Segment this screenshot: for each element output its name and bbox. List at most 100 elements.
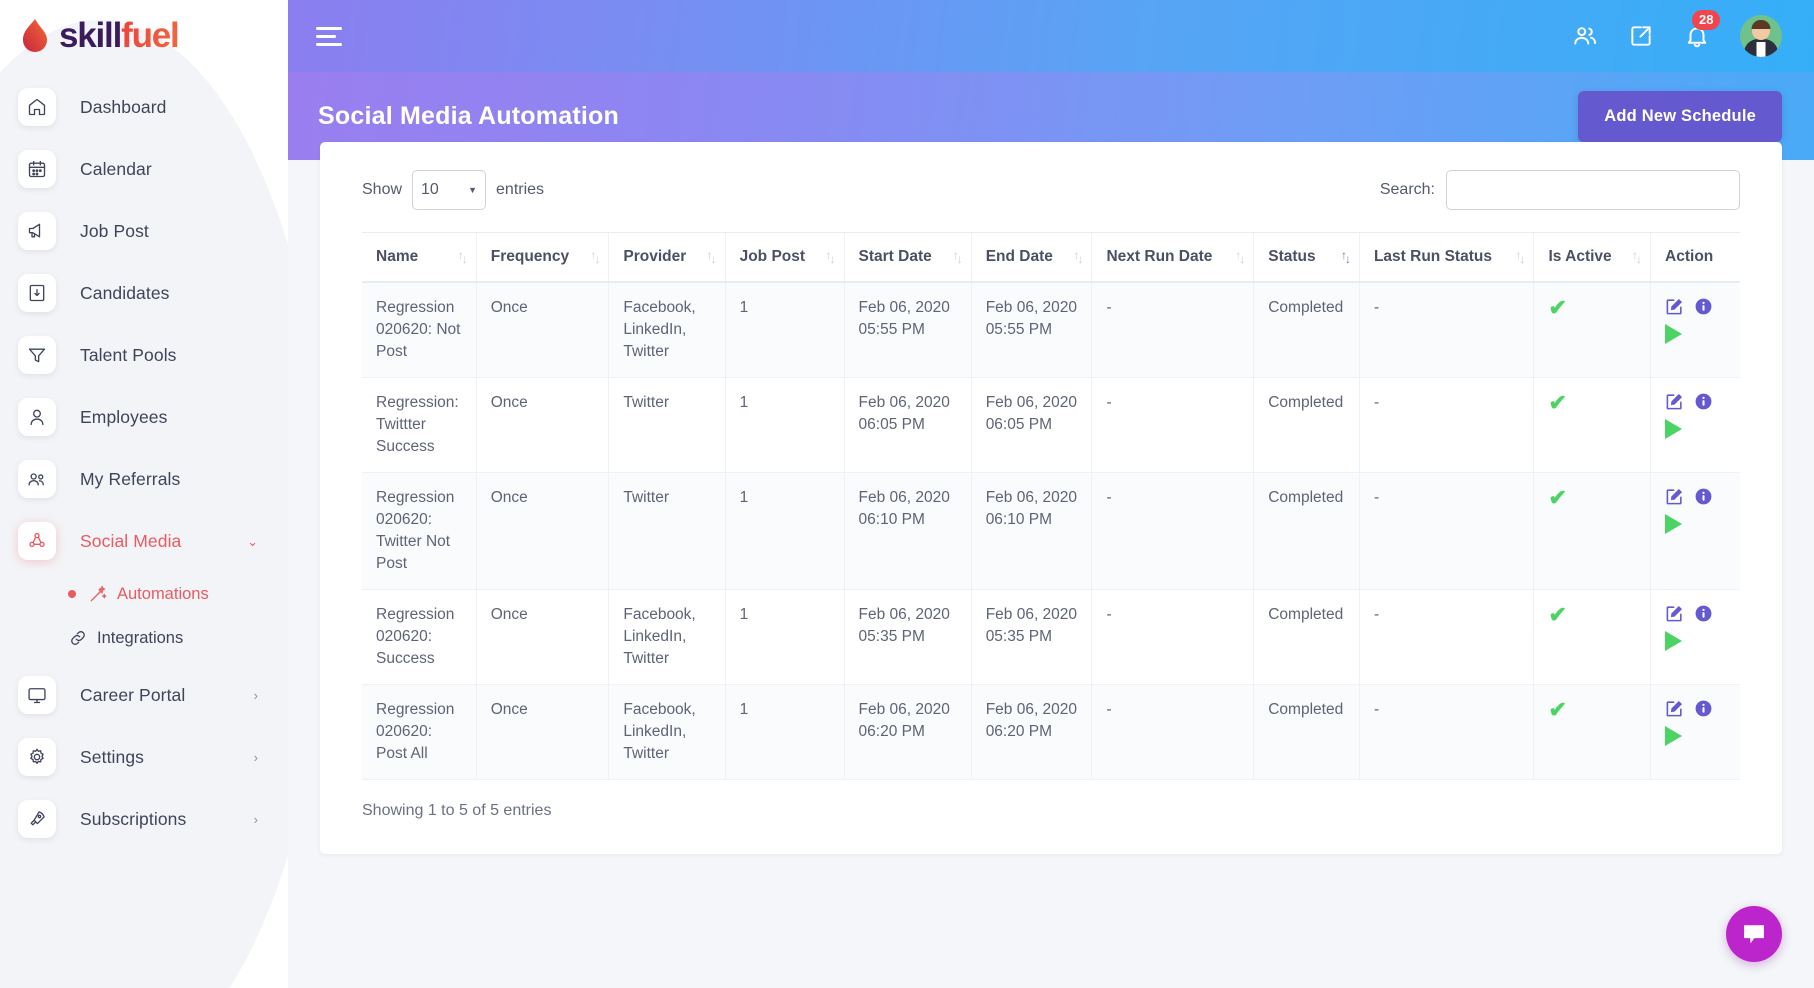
sidebar-item-label: Job Post xyxy=(80,220,149,241)
cell-frequency: Once xyxy=(475,684,609,780)
sidebar-item-social-media[interactable]: Social Media ⌄ xyxy=(0,510,288,572)
cell-start-date: Feb 06, 2020 06:20 PM xyxy=(843,684,972,780)
sort-icon: ↑↓ xyxy=(1515,248,1525,266)
sidebar-item-calendar[interactable]: Calendar xyxy=(0,138,288,200)
cell-name: Regression 020620: Post All xyxy=(362,684,477,780)
column-header-is-active[interactable]: Is Active ↑↓ xyxy=(1533,232,1651,283)
column-label: Is Active xyxy=(1548,248,1612,265)
cell-end-date: Feb 06, 2020 06:10 PM xyxy=(970,472,1092,590)
sidebar-item-career-portal[interactable]: Career Portal › xyxy=(0,664,288,726)
table-header: Name ↑↓ Frequency ↑↓ Provider ↑↓ Job Post ↑↓… xyxy=(362,232,1740,283)
column-label: Provider xyxy=(623,248,687,265)
info-circle-icon[interactable] xyxy=(1694,487,1713,506)
column-label: Name xyxy=(376,248,419,265)
cell-last-run-status: - xyxy=(1358,684,1534,780)
active-dot-icon xyxy=(68,590,76,598)
sidebar-item-label: Talent Pools xyxy=(80,344,177,365)
cell-action xyxy=(1650,377,1740,473)
cell-action xyxy=(1650,282,1740,378)
column-header-next-run-date[interactable]: Next Run Date ↑↓ xyxy=(1091,232,1254,283)
sidebar-item-employees[interactable]: Employees xyxy=(0,386,288,448)
sidebar-item-label: Calendar xyxy=(80,158,152,179)
cell-next-run-date: - xyxy=(1091,472,1254,590)
info-circle-icon[interactable] xyxy=(1694,604,1713,623)
sidebar-item-job-post[interactable]: Job Post xyxy=(0,200,288,262)
run-play-icon[interactable] xyxy=(1665,514,1683,534)
column-header-frequency[interactable]: Frequency ↑↓ xyxy=(475,232,609,283)
monitor-icon xyxy=(18,676,56,714)
search-input[interactable] xyxy=(1446,170,1740,210)
brand-name: skillfuel xyxy=(59,16,180,56)
hamburger-menu-icon[interactable] xyxy=(316,22,342,51)
column-header-provider[interactable]: Provider ↑↓ xyxy=(608,232,726,283)
row-action-group xyxy=(1665,487,1725,534)
brand-logo[interactable]: skillfuel xyxy=(0,0,288,70)
run-play-icon[interactable] xyxy=(1665,726,1683,746)
show-entries-control: Show 10 ▼ entries xyxy=(362,170,544,210)
chevron-right-icon: › xyxy=(253,811,258,827)
column-label: Next Run Date xyxy=(1106,248,1213,265)
sidebar-item-candidates[interactable]: Candidates xyxy=(0,262,288,324)
run-play-icon[interactable] xyxy=(1665,419,1683,439)
brand-name-primary: skill xyxy=(59,16,122,55)
users-group-icon xyxy=(18,460,56,498)
table-row: Regression 020620: Not Post Once Facebook,… xyxy=(362,282,1740,378)
column-header-last-run-status[interactable]: Last Run Status ↑↓ xyxy=(1358,232,1534,283)
submenu-item-integrations[interactable]: Integrations xyxy=(0,616,288,660)
cell-status: Completed xyxy=(1253,282,1360,378)
column-header-start-date[interactable]: Start Date ↑↓ xyxy=(843,232,972,283)
sidebar-item-label: Settings xyxy=(80,746,145,767)
column-label: End Date xyxy=(985,248,1053,265)
app-root: skillfuel Dashboard Calendar Job Post Ca… xyxy=(0,0,1814,988)
column-header-status[interactable]: Status ↑↓ xyxy=(1253,232,1360,283)
sidebar-item-talent-pools[interactable]: Talent Pools xyxy=(0,324,288,386)
cell-provider: Twitter xyxy=(608,377,726,473)
show-label: Show xyxy=(362,181,403,198)
topbar-actions: 28 xyxy=(1572,10,1782,57)
chat-widget-button[interactable] xyxy=(1726,906,1782,962)
edit-square-icon[interactable] xyxy=(1665,297,1684,316)
edit-square-icon[interactable] xyxy=(1665,392,1684,411)
sidebar-item-subscriptions[interactable]: Subscriptions › xyxy=(0,788,288,850)
page-size-select[interactable]: 10 ▼ xyxy=(412,170,487,210)
avatar[interactable] xyxy=(1740,15,1782,57)
cell-next-run-date: - xyxy=(1091,589,1254,685)
external-link-icon[interactable] xyxy=(1628,23,1654,49)
cell-is-active: ✔ xyxy=(1533,472,1651,590)
column-header-job-post[interactable]: Job Post ↑↓ xyxy=(724,232,845,283)
sidebar-item-dashboard[interactable]: Dashboard xyxy=(0,76,288,138)
sidebar-nav: Dashboard Calendar Job Post Candidates T… xyxy=(0,70,288,850)
edit-square-icon[interactable] xyxy=(1665,699,1684,718)
sidebar-item-settings[interactable]: Settings › xyxy=(0,726,288,788)
magic-wand-icon xyxy=(90,585,107,602)
cell-next-run-date: - xyxy=(1091,282,1254,378)
brand-name-secondary: fuel xyxy=(121,16,180,55)
edit-square-icon[interactable] xyxy=(1665,604,1684,623)
column-header-end-date[interactable]: End Date ↑↓ xyxy=(970,232,1092,283)
edit-square-icon[interactable] xyxy=(1665,487,1684,506)
column-header-name[interactable]: Name ↑↓ xyxy=(362,232,477,283)
row-action-group xyxy=(1665,699,1725,746)
candidate-box-icon xyxy=(18,274,56,312)
run-play-icon[interactable] xyxy=(1665,324,1683,344)
bell-icon[interactable]: 28 xyxy=(1684,10,1721,49)
chevron-down-icon: ▼ xyxy=(468,185,478,195)
info-circle-icon[interactable] xyxy=(1694,699,1713,718)
info-circle-icon[interactable] xyxy=(1694,297,1713,316)
avatar-shirt xyxy=(1756,42,1766,57)
add-new-schedule-button[interactable]: Add New Schedule xyxy=(1578,90,1782,142)
funnel-icon xyxy=(18,336,56,374)
cell-job-post: 1 xyxy=(724,472,845,590)
cell-name: Regression 020620: Twitter Not Post xyxy=(362,472,477,590)
cell-status: Completed xyxy=(1253,472,1360,590)
flame-icon xyxy=(23,19,47,52)
sort-icon: ↑↓ xyxy=(1073,248,1083,266)
cell-provider: Twitter xyxy=(608,472,726,590)
users-icon[interactable] xyxy=(1572,23,1598,49)
avatar-hair xyxy=(1751,20,1771,29)
submenu-item-automations[interactable]: Automations xyxy=(0,572,288,616)
sidebar-item-my-referrals[interactable]: My Referrals xyxy=(0,448,288,510)
search-label: Search: xyxy=(1379,181,1435,198)
run-play-icon[interactable] xyxy=(1665,631,1683,651)
info-circle-icon[interactable] xyxy=(1694,392,1713,411)
